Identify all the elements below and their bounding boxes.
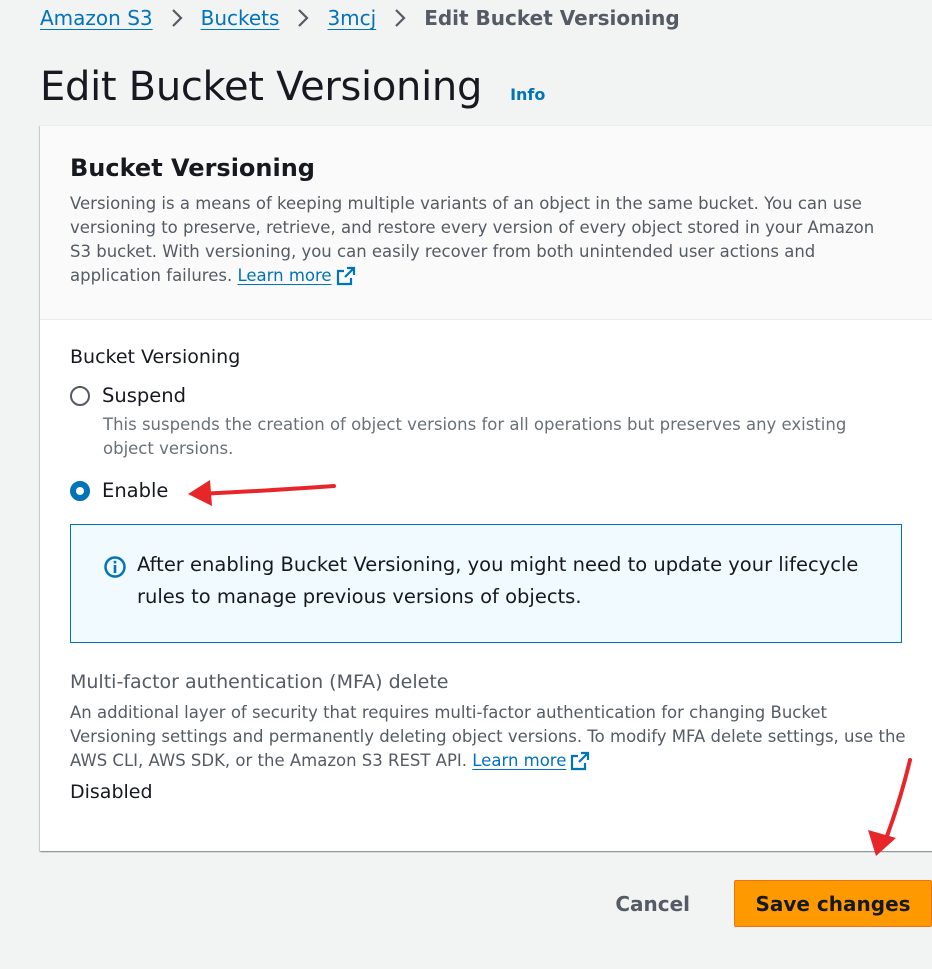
breadcrumb-buckets[interactable]: Buckets xyxy=(201,4,280,32)
panel-description-text: Versioning is a means of keeping multipl… xyxy=(70,194,875,285)
radio-enable-control[interactable] xyxy=(70,480,90,501)
panel-body: Bucket Versioning Suspend This suspends … xyxy=(40,320,932,803)
radio-enable-label: Enable xyxy=(102,479,169,502)
panel-description: Versioning is a means of keeping multipl… xyxy=(70,192,890,288)
save-changes-button[interactable]: Save changes xyxy=(734,880,932,927)
chevron-right-icon xyxy=(279,8,327,28)
chevron-right-icon xyxy=(153,8,201,28)
radio-suspend-description: This suspends the creation of object ver… xyxy=(103,415,847,458)
mfa-description: An additional layer of security that req… xyxy=(70,701,910,773)
learn-more-label: Learn more xyxy=(237,266,332,285)
radio-suspend-control[interactable] xyxy=(70,385,90,406)
breadcrumb: Amazon S3 Buckets 3mcj Edit Bucket Versi… xyxy=(40,4,680,32)
mfa-title: Multi-factor authentication (MFA) delete xyxy=(70,671,449,693)
mfa-status: Disabled xyxy=(70,781,153,803)
external-link-icon xyxy=(571,751,590,771)
form-actions: Cancel Save changes xyxy=(615,880,932,927)
bucket-versioning-panel: Bucket Versioning Versioning is a means … xyxy=(40,125,932,851)
panel-header: Bucket Versioning Versioning is a means … xyxy=(40,126,932,320)
page-title: Edit Bucket Versioning xyxy=(40,64,483,110)
mfa-learn-more-label: Learn more xyxy=(472,751,567,770)
radio-enable[interactable]: Enable xyxy=(70,479,910,502)
info-link[interactable]: Info xyxy=(510,85,545,104)
learn-more-link[interactable]: Learn more xyxy=(237,264,355,288)
breadcrumb-bucket-3mcj[interactable]: 3mcj xyxy=(327,4,376,32)
radio-suspend-label: Suspend xyxy=(102,384,187,407)
info-circle-icon xyxy=(104,556,126,578)
cancel-button[interactable]: Cancel xyxy=(615,884,690,924)
breadcrumb-amazon-s3[interactable]: Amazon S3 xyxy=(40,4,153,32)
versioning-field-label: Bucket Versioning xyxy=(70,346,241,368)
info-alert: After enabling Bucket Versioning, you mi… xyxy=(70,524,902,643)
external-link-icon xyxy=(336,266,355,286)
radio-suspend[interactable]: Suspend xyxy=(70,384,910,407)
chevron-right-icon xyxy=(376,8,424,28)
page-header: Edit Bucket Versioning Info xyxy=(40,64,545,110)
alert-text: After enabling Bucket Versioning, you mi… xyxy=(137,553,859,608)
panel-title: Bucket Versioning xyxy=(70,154,315,182)
mfa-learn-more-link[interactable]: Learn more xyxy=(472,749,590,773)
breadcrumb-current: Edit Bucket Versioning xyxy=(424,6,680,30)
